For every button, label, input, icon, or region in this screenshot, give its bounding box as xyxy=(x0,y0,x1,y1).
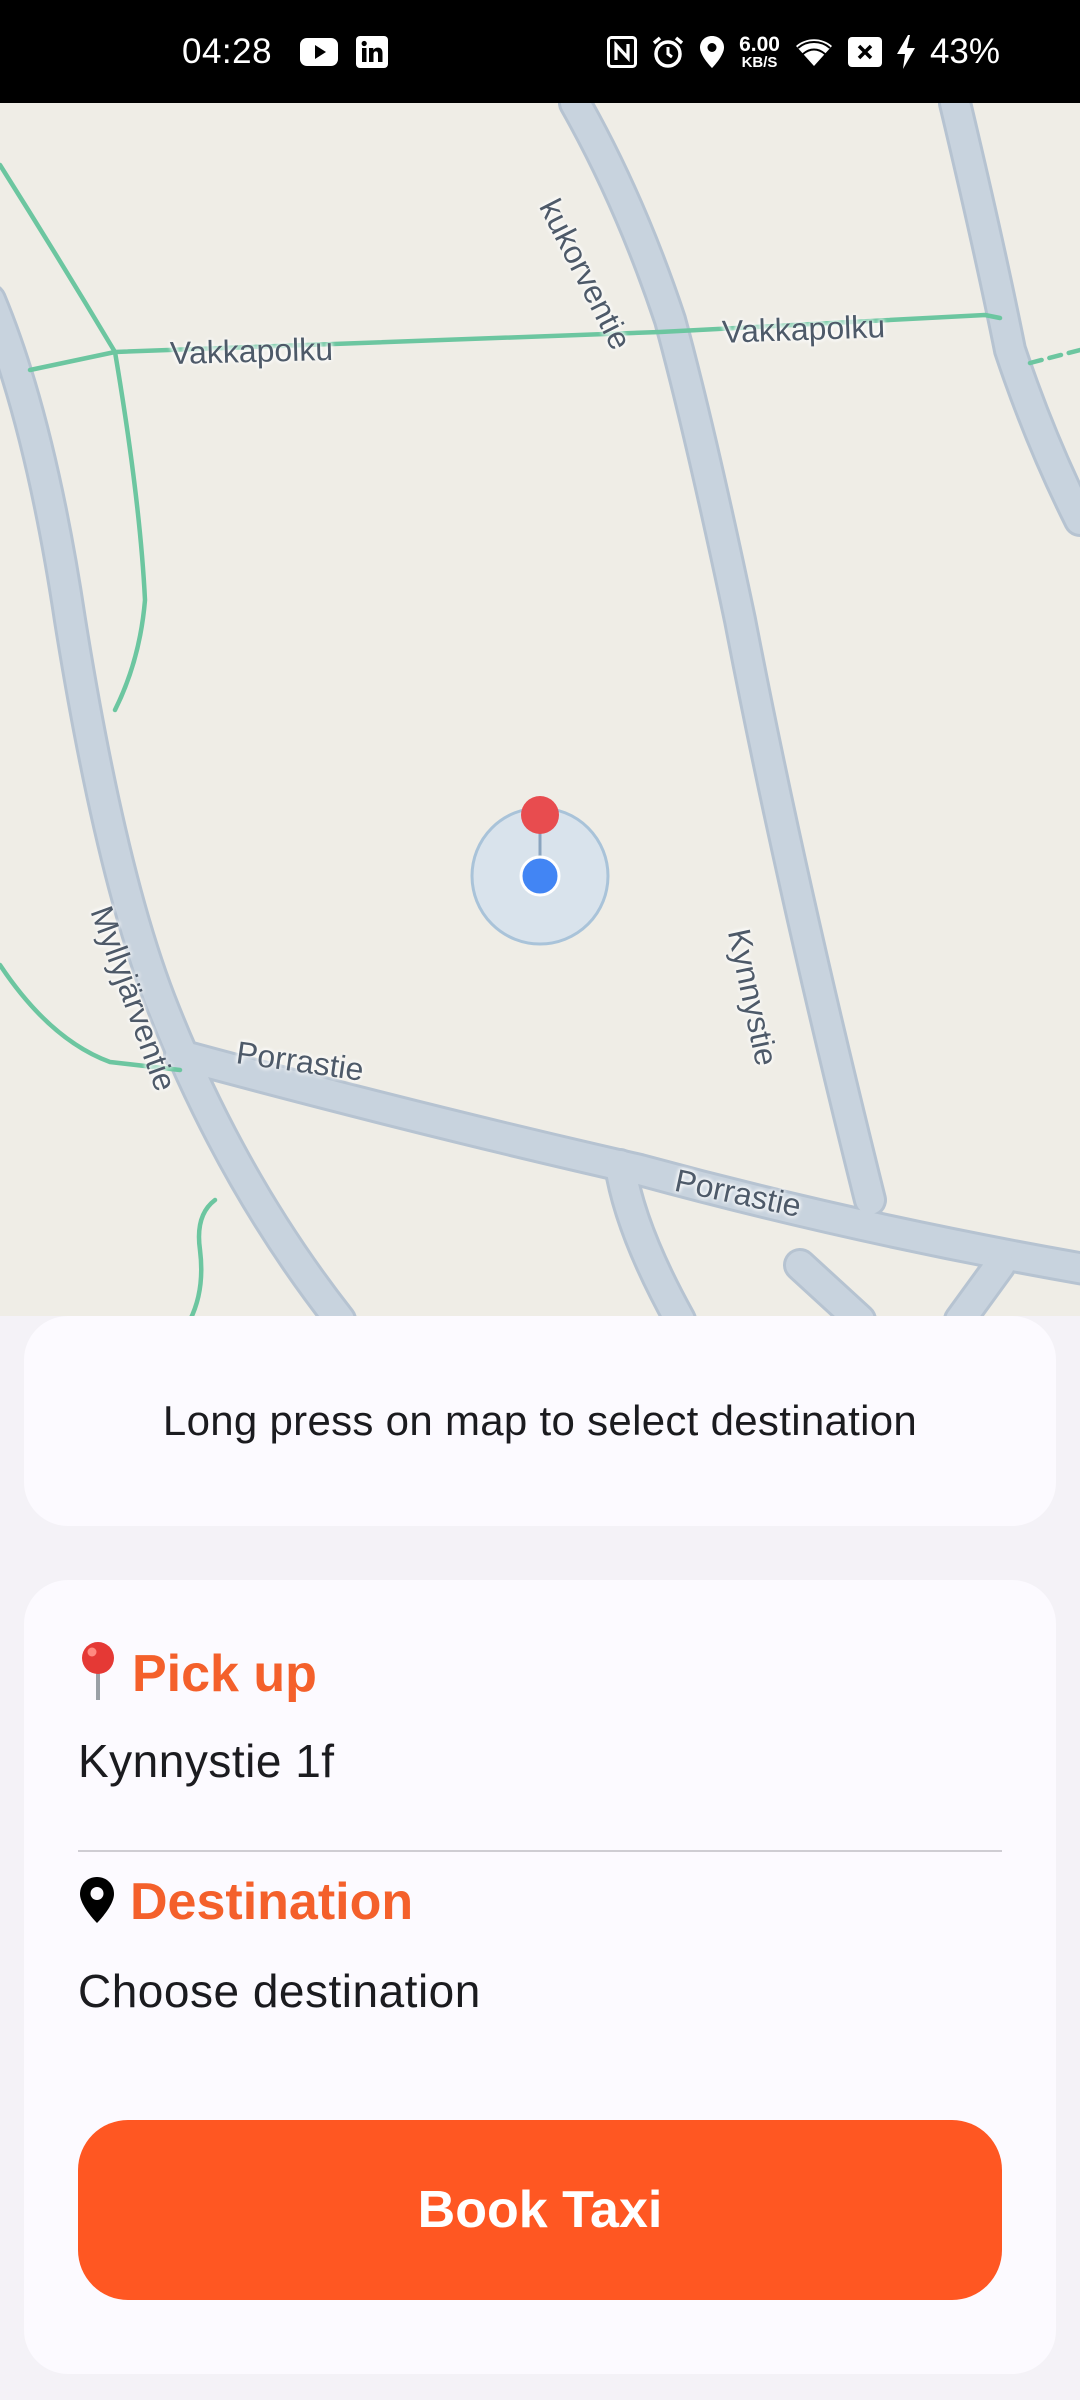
sim-off-icon xyxy=(847,36,882,67)
linkedin-icon xyxy=(356,35,389,68)
network-speed-unit: KB/S xyxy=(741,53,778,71)
pickup-pin-marker[interactable] xyxy=(521,796,559,834)
red-pin-icon xyxy=(78,1640,118,1707)
pickup-label: Pick up xyxy=(132,1644,317,1703)
book-taxi-button[interactable]: Book Taxi xyxy=(78,2120,1002,2300)
hint-card: Long press on map to select destination xyxy=(24,1316,1056,1526)
network-speed: 6.00 KB/S xyxy=(739,34,780,70)
nfc-icon xyxy=(607,35,638,68)
pickup-header: Pick up xyxy=(78,1640,317,1707)
location-icon xyxy=(699,35,725,69)
charging-icon xyxy=(896,34,916,69)
destination-label: Destination xyxy=(130,1873,414,1931)
hint-text: Long press on map to select destination xyxy=(162,1397,918,1444)
battery-percentage: 43% xyxy=(929,31,1000,71)
network-speed-value: 6.00 xyxy=(739,32,780,56)
destination-header: Destination xyxy=(78,1872,413,1932)
alarm-icon xyxy=(651,35,685,69)
street-label-vakkapolku-east: Vakkapolku xyxy=(721,308,886,350)
wifi-icon xyxy=(794,36,834,68)
location-marker-icon xyxy=(78,1875,116,1930)
street-label-vakkapolku-west: Vakkapolku xyxy=(169,330,334,372)
youtube-icon xyxy=(300,37,339,66)
divider xyxy=(78,1850,1002,1852)
map-view[interactable]: Vakkapolku Vakkapolku kukorventie Kynnys… xyxy=(0,103,1080,1400)
user-location-dot xyxy=(519,855,561,897)
status-bar: 04:28 6.00 KB/S 43% xyxy=(0,0,1080,103)
destination-field[interactable]: Choose destination xyxy=(78,1964,481,2018)
status-time: 04:28 xyxy=(182,31,273,71)
map-canvas xyxy=(0,103,1080,1337)
pickup-address[interactable]: Kynnystie 1f xyxy=(78,1734,335,1788)
route-card: Pick up Kynnystie 1f Destination Choose … xyxy=(24,1580,1056,2374)
bottom-sheet: Long press on map to select destination … xyxy=(0,1316,1080,2400)
